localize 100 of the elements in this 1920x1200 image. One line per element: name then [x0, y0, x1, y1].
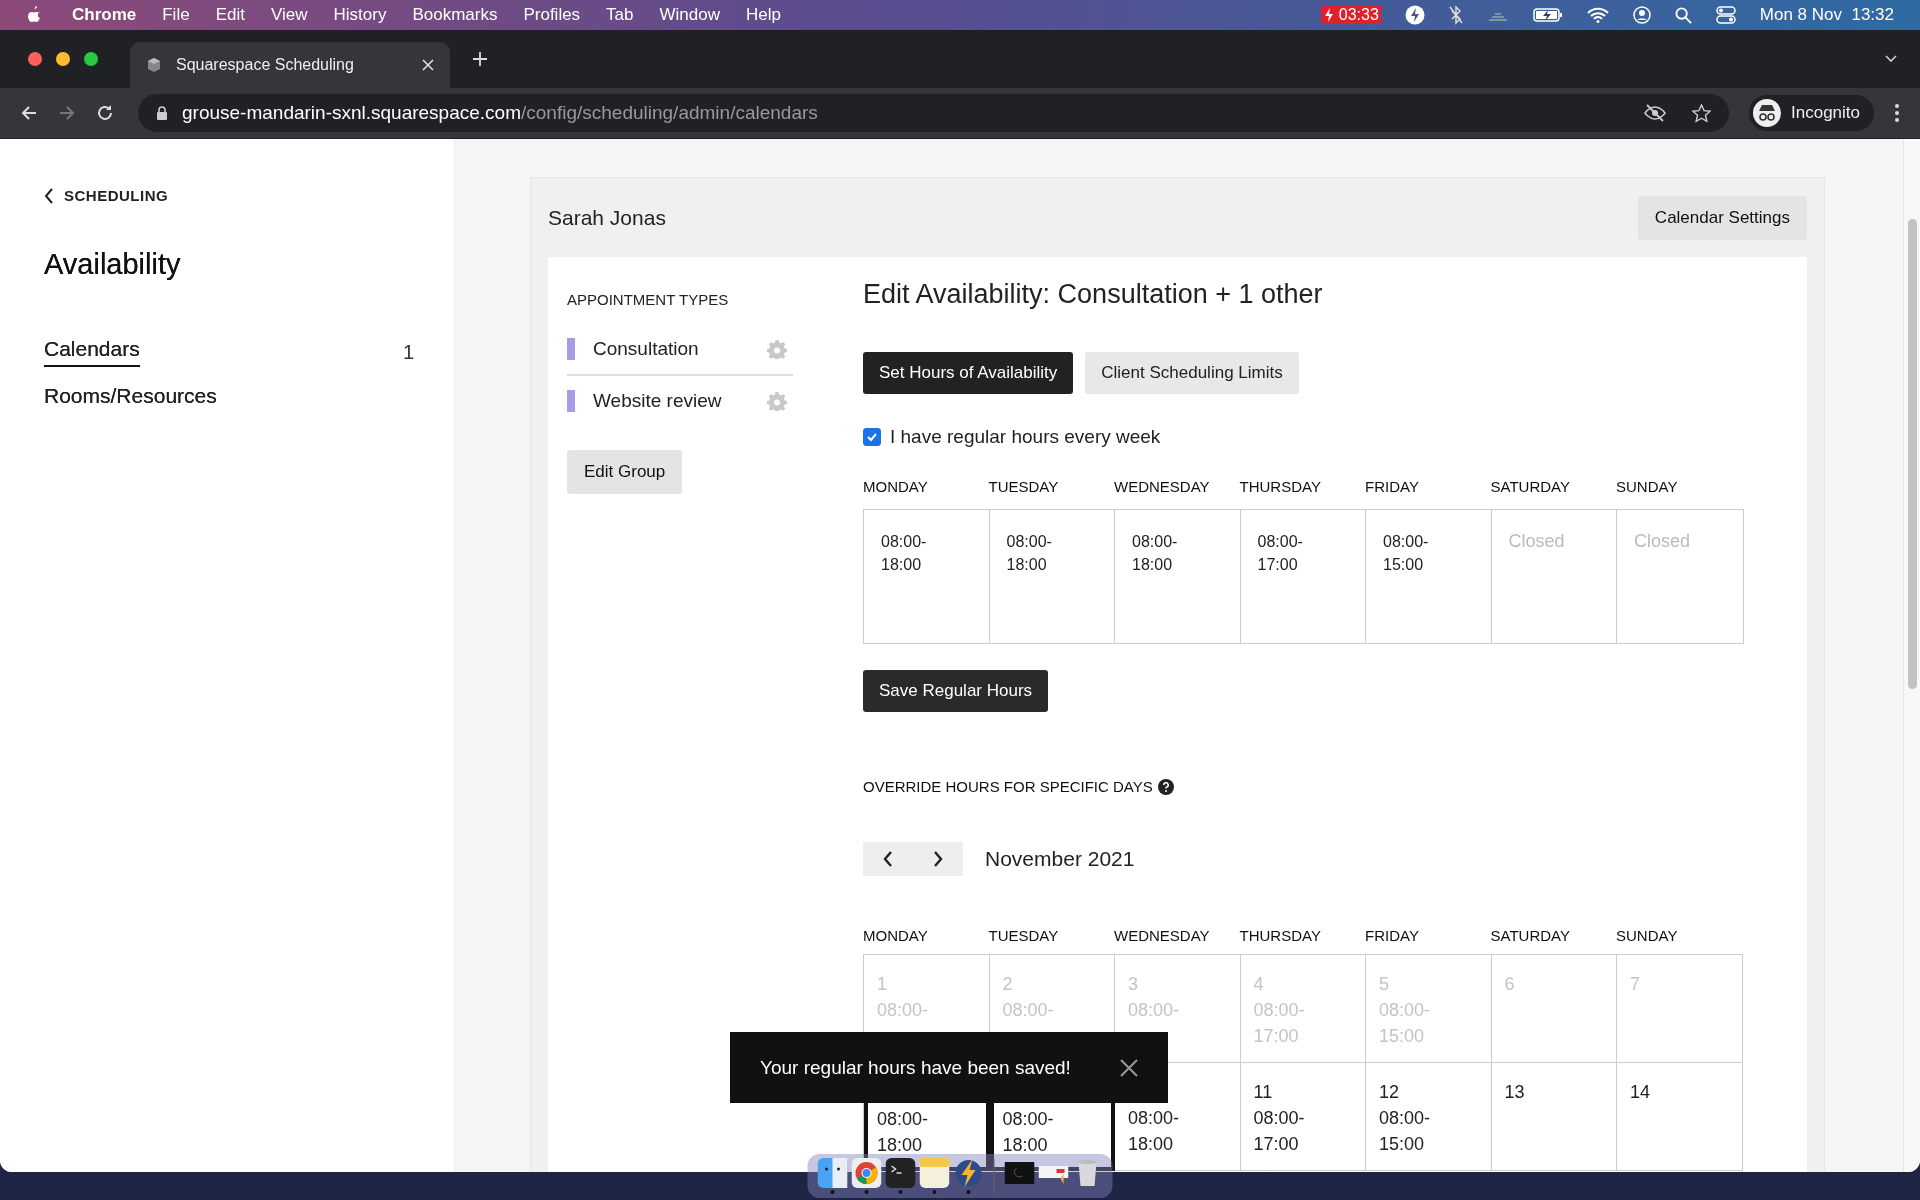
tab[interactable]: Set Hours of Availability [863, 352, 1074, 394]
hours-text: 08:00- 17:00 [1253, 999, 1306, 1048]
hours-text: 08:00- 15:00 [1383, 533, 1429, 573]
date-number: 3 [1128, 973, 1139, 996]
date-number: 1 [877, 973, 888, 996]
hours-text: 08:00- [1128, 999, 1181, 1022]
battery-warning-icon[interactable] [1320, 6, 1337, 24]
date-number: 14 [1630, 1081, 1652, 1104]
day-header: THURSDAY [1239, 927, 1322, 944]
save-button[interactable]: Save Regular Hours [863, 670, 1049, 712]
browser-tab[interactable]: Squarespace Scheduling [130, 42, 450, 88]
calendar-settings-button[interactable]: Calendar Settings [1637, 195, 1807, 240]
hours-cell[interactable]: 08:00- 15:00 [1366, 510, 1492, 643]
day-header: THURSDAY [1239, 478, 1322, 495]
address-field[interactable]: grouse-mandarin-sxnl.squarespace.com/config/scheduling/admin/calendars [138, 94, 1729, 132]
minimize-window-icon[interactable] [56, 52, 70, 66]
date-number: 2 [1002, 973, 1014, 996]
date-number: 6 [1504, 973, 1516, 996]
forward-icon[interactable] [58, 104, 76, 122]
help-icon[interactable] [1157, 778, 1174, 795]
more-icon[interactable] [1894, 103, 1900, 123]
date-number: 12 [1379, 1081, 1401, 1104]
hours-text: 08:00- 15:00 [1379, 1107, 1432, 1156]
hours-text: 08:00- [1002, 999, 1055, 1022]
day-header: FRIDAY [1365, 927, 1420, 944]
tab[interactable]: Client Scheduling Limits [1085, 352, 1299, 394]
notes-icon[interactable] [919, 1158, 950, 1188]
back-link[interactable]: SCHEDULING [44, 187, 410, 204]
date-number: 5 [1379, 973, 1390, 996]
menu-item[interactable]: Bookmarks [412, 5, 498, 25]
apple-icon[interactable] [26, 6, 42, 24]
new-tab-icon[interactable] [472, 51, 488, 67]
menu-item[interactable]: File [162, 5, 190, 25]
eye-off-icon[interactable] [1644, 104, 1666, 122]
chevron-down-icon[interactable] [1884, 54, 1898, 64]
menu-item[interactable]: History [333, 5, 387, 25]
clock-text[interactable]: Mon 8 Nov 13:32 [1759, 5, 1894, 25]
day-header: SATURDAY [1490, 927, 1571, 944]
scrollbar-thumb[interactable] [1907, 219, 1917, 689]
appointment-type[interactable]: Website review [593, 390, 722, 412]
finder-icon[interactable] [817, 1158, 848, 1188]
chevron-left-icon [44, 187, 54, 204]
lightning-icon[interactable] [1404, 5, 1425, 25]
date-number: 11 [1253, 1081, 1274, 1104]
calendar-day[interactable]: 14 [1617, 1063, 1743, 1171]
hours-text: 08:00- 18:00 [1132, 533, 1178, 573]
profile-button[interactable]: Incognito [1749, 95, 1874, 131]
bluetooth-icon[interactable] [1448, 5, 1463, 25]
app-menu[interactable]: Chrome [72, 5, 137, 25]
search-icon[interactable] [1674, 6, 1692, 24]
next-month-button[interactable] [913, 842, 963, 876]
day-header: WEDNESDAY [1114, 478, 1211, 495]
checkbox[interactable] [863, 428, 881, 446]
sidebar-item[interactable]: Rooms/Resources [44, 384, 217, 414]
wifi-icon[interactable] [1586, 7, 1609, 23]
date-number: 13 [1504, 1081, 1526, 1104]
close-window-icon[interactable] [28, 52, 42, 66]
section-heading: OVERRIDE HOURS FOR SPECIFIC DAYS [863, 778, 1153, 795]
menu-item[interactable]: Profiles [523, 5, 581, 25]
menu-item[interactable]: Tab [606, 5, 634, 25]
hours-cell[interactable]: 08:00- 17:00 [1240, 510, 1366, 643]
month-title: November 2021 [985, 847, 1135, 871]
hours-cell[interactable]: 08:00- 18:00 [1115, 510, 1241, 643]
calendar-day[interactable]: 13 [1491, 1063, 1617, 1171]
lightning-app-icon[interactable] [953, 1158, 984, 1188]
hours-cell[interactable]: 08:00- 18:00 [989, 510, 1115, 643]
edit-group-button[interactable]: Edit Group [567, 450, 683, 494]
menu-item[interactable]: View [270, 5, 308, 25]
star-icon[interactable] [1692, 103, 1711, 123]
calendar-day[interactable]: 11 08:00- 17:00 [1240, 1063, 1366, 1171]
chevron-left-icon [883, 851, 893, 867]
user-icon[interactable] [1632, 6, 1651, 24]
cube-icon [146, 57, 162, 73]
menu-item[interactable]: Edit [215, 5, 245, 25]
menu-item[interactable]: Window [659, 5, 720, 25]
hours-cell[interactable]: 08:00- 18:00 [864, 510, 990, 643]
date-number: 7 [1630, 973, 1641, 996]
checkbox-label[interactable]: I have regular hours every week [890, 426, 1161, 448]
battery-icon[interactable] [1532, 8, 1563, 22]
toggles-icon[interactable] [1715, 6, 1736, 24]
terminal-icon[interactable] [885, 1158, 916, 1188]
hours-text: 08:00- 18:00 [877, 1108, 930, 1157]
previous-month-button[interactable] [863, 842, 913, 876]
appointment-type[interactable]: Consultation [593, 338, 699, 360]
chrome-icon[interactable] [851, 1158, 882, 1188]
checkmark-icon [866, 431, 878, 443]
day-header: TUESDAY [988, 927, 1060, 944]
day-header: SUNDAY [1616, 478, 1679, 495]
day-header: MONDAY [863, 927, 929, 944]
day-header: SUNDAY [1616, 927, 1679, 944]
close-icon[interactable] [1120, 1058, 1138, 1077]
tab-title: Squarespace Scheduling [176, 56, 354, 74]
incognito-icon [1753, 99, 1781, 127]
menu-item[interactable]: Help [746, 5, 781, 25]
calendar-day[interactable]: 12 08:00- 15:00 [1366, 1063, 1492, 1171]
lock-icon [156, 106, 168, 120]
back-icon[interactable] [20, 104, 38, 122]
sidebar-item[interactable]: Calendars [44, 337, 140, 367]
maximize-window-icon[interactable] [84, 52, 98, 66]
reload-icon[interactable] [96, 104, 114, 122]
